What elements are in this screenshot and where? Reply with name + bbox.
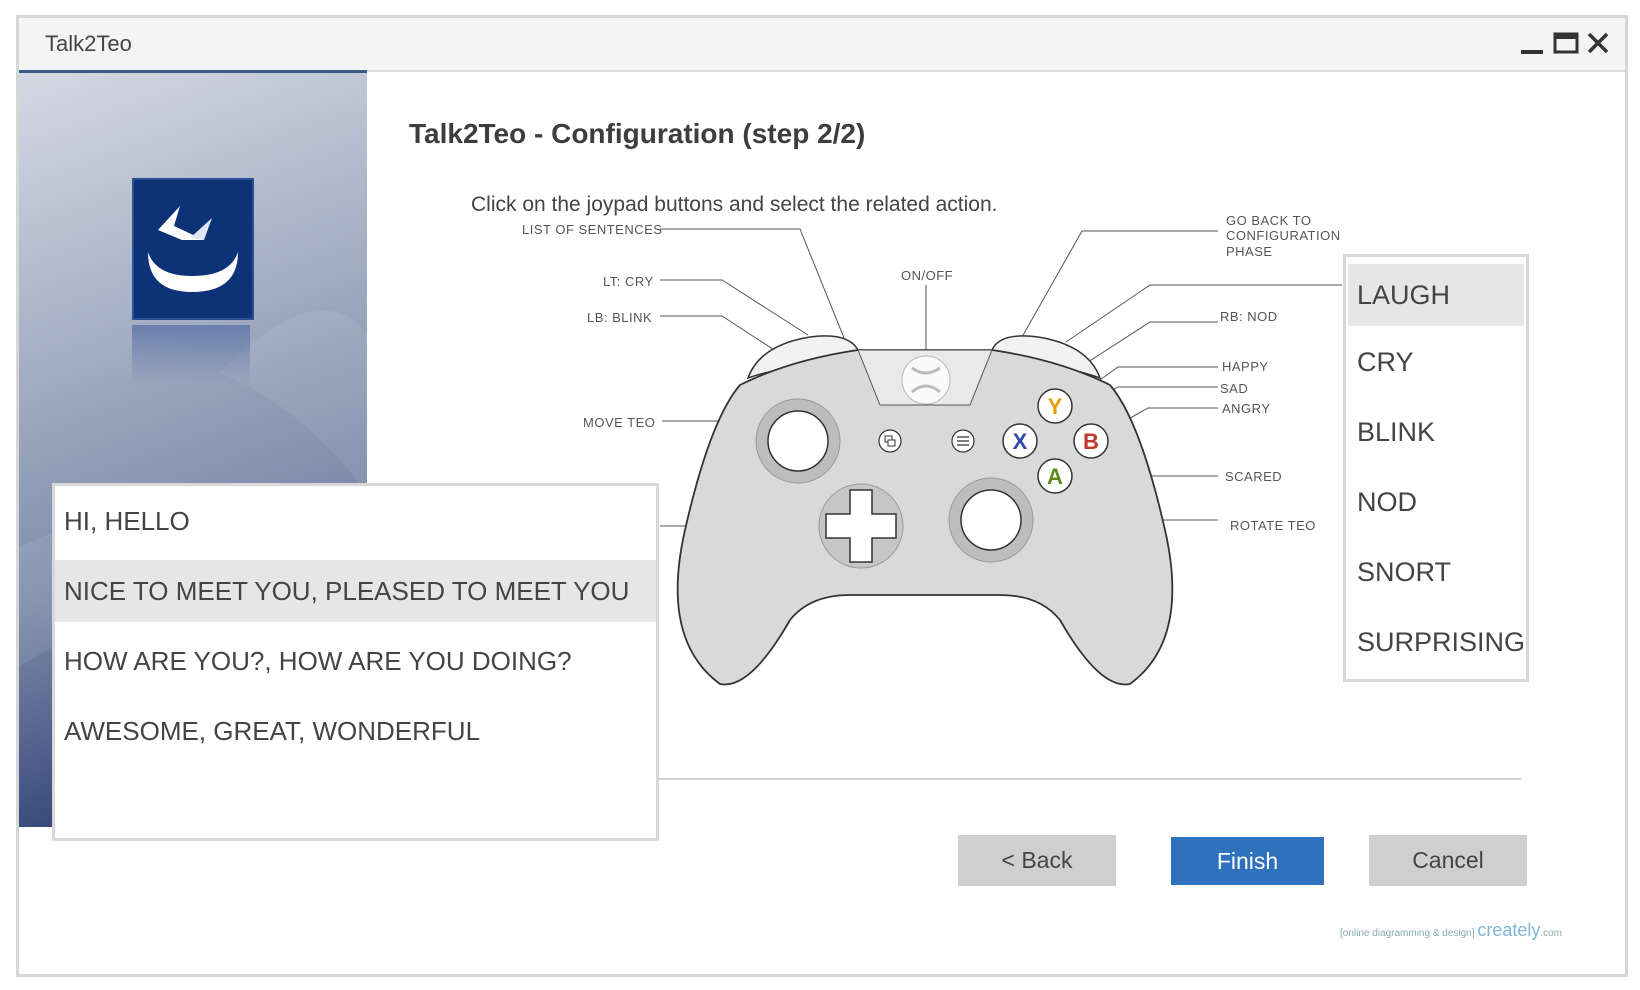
watermark-tagline: [online diagramming & design] [1340,928,1475,939]
action-option-cry[interactable]: CRY [1348,327,1524,397]
action-option-surprising[interactable]: SURPRISING [1348,607,1525,677]
b-button-label: B [1083,429,1099,454]
footer-divider [655,778,1521,780]
x-button-label: X [1013,429,1028,454]
label-scared: SCARED [1225,469,1283,484]
label-go-back-3: PHASE [1226,244,1273,259]
sentence-option[interactable]: HOW ARE YOU?, HOW ARE YOU DOING? [55,626,656,696]
label-lb: LB: BLINK [587,310,653,325]
left-stick[interactable] [767,410,829,472]
label-rb: RB: NOD [1220,309,1278,324]
label-list-of-sentences: LIST OF SENTENCES [522,222,663,237]
right-stick[interactable] [960,489,1022,551]
sentence-option[interactable]: AWESOME, GREAT, WONDERFUL [55,696,656,766]
action-option-snort[interactable]: SNORT [1348,537,1524,607]
label-rotate-teo: ROTATE TEO [1230,518,1316,533]
action-option-blink[interactable]: BLINK [1348,397,1524,467]
cancel-button[interactable]: Cancel [1369,835,1527,886]
label-move-teo: MOVE TEO [583,415,656,430]
y-button-label: Y [1048,394,1063,419]
action-option-nod[interactable]: NOD [1348,467,1524,537]
watermark-suffix: .com [1540,928,1563,939]
label-go-back-1: GO BACK TO [1226,213,1312,228]
creately-watermark: [online diagramming & design] creately.c… [1340,920,1562,941]
label-onoff: ON/OFF [901,268,954,283]
a-button-label: A [1047,464,1063,489]
label-happy: HAPPY [1222,359,1269,374]
label-sad: SAD [1220,381,1249,396]
finish-button[interactable]: Finish [1171,837,1324,885]
label-lt: LT: CRY [603,274,654,289]
watermark-brand: creately [1477,920,1541,940]
sentence-option-selected[interactable]: NICE TO MEET YOU, PLEASED TO MEET YOU [55,560,656,622]
xbox-guide-button[interactable] [901,355,951,405]
sentence-option[interactable]: HI, HELLO [55,486,656,556]
back-button[interactable]: < Back [958,835,1116,886]
sentences-dropdown-list[interactable]: HI, HELLO NICE TO MEET YOU, PLEASED TO M… [52,483,659,841]
action-option-laugh[interactable]: LAUGH [1348,264,1524,326]
label-go-back-2: CONFIGURATION [1226,228,1341,243]
actions-dropdown-list[interactable]: LAUGH CRY BLINK NOD SNORT SURPRISING [1343,254,1529,682]
label-angry: ANGRY [1222,401,1271,416]
